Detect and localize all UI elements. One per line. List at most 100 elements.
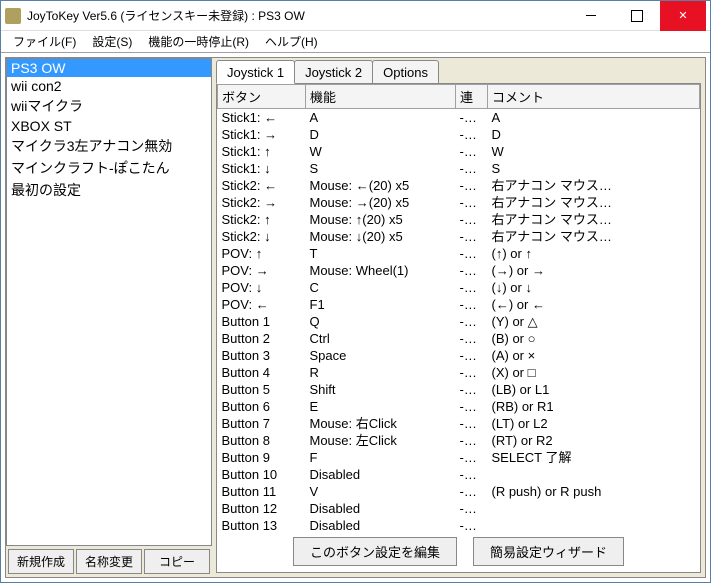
tab-body: ボタン 機能 連 コメント Stick1: ←A-…AStick1: →D-…D… bbox=[216, 83, 701, 573]
table-cell: -… bbox=[456, 262, 488, 279]
table-cell: -… bbox=[456, 296, 488, 313]
table-row[interactable]: Stick2: ↑Mouse: ↑(20) x5-…右アナコン マウス… bbox=[218, 211, 700, 228]
table-row[interactable]: POV: →Mouse: Wheel(1)-…(→) or → bbox=[218, 262, 700, 279]
table-cell: -… bbox=[456, 228, 488, 245]
table-row[interactable]: Button 10Disabled-… bbox=[218, 466, 700, 483]
maximize-button[interactable] bbox=[614, 1, 660, 31]
tab-joystick2[interactable]: Joystick 2 bbox=[294, 60, 373, 84]
table-cell: -… bbox=[456, 211, 488, 228]
table-row[interactable]: Stick1: ↓S-…S bbox=[218, 160, 700, 177]
table-cell: Disabled bbox=[306, 466, 456, 483]
table-cell: Stick2: ↓ bbox=[218, 228, 306, 245]
tab-options[interactable]: Options bbox=[372, 60, 439, 84]
table-cell: -… bbox=[456, 313, 488, 330]
table-cell: -… bbox=[456, 279, 488, 296]
profile-item[interactable]: 最初の設定 bbox=[7, 179, 211, 201]
profile-list[interactable]: PS3 OW wii con2 wiiマイクラ XBOX ST マイクラ3左アナ… bbox=[6, 58, 212, 546]
table-cell: -… bbox=[456, 364, 488, 381]
table-cell: -… bbox=[456, 143, 488, 160]
col-header-comment[interactable]: コメント bbox=[488, 85, 700, 109]
table-cell: Button 5 bbox=[218, 381, 306, 398]
table-row[interactable]: Button 7Mouse: 右Click-…(LT) or L2 bbox=[218, 415, 700, 432]
table-cell: (X) or □ bbox=[488, 364, 700, 381]
table-cell: Button 2 bbox=[218, 330, 306, 347]
table-cell: -… bbox=[456, 500, 488, 517]
table-cell: POV: → bbox=[218, 262, 306, 279]
table-row[interactable]: Button 9F-…SELECT 了解 bbox=[218, 449, 700, 466]
table-cell: SELECT 了解 bbox=[488, 449, 700, 466]
mapping-table-wrap[interactable]: ボタン 機能 連 コメント Stick1: ←A-…AStick1: →D-…D… bbox=[217, 84, 700, 531]
table-row[interactable]: Stick1: ←A-…A bbox=[218, 109, 700, 127]
table-row[interactable]: Button 4R-…(X) or □ bbox=[218, 364, 700, 381]
table-row[interactable]: POV: ↑T-…(↑) or ↑ bbox=[218, 245, 700, 262]
copy-profile-button[interactable]: コピー bbox=[144, 549, 210, 574]
new-profile-button[interactable]: 新規作成 bbox=[8, 549, 74, 574]
table-cell: Button 11 bbox=[218, 483, 306, 500]
wizard-button[interactable]: 簡易設定ウィザード bbox=[473, 537, 624, 566]
table-cell: Stick1: ↑ bbox=[218, 143, 306, 160]
table-cell: Stick2: → bbox=[218, 194, 306, 211]
menu-settings[interactable]: 設定(S) bbox=[84, 31, 140, 52]
table-cell: -… bbox=[456, 415, 488, 432]
table-cell: (↓) or ↓ bbox=[488, 279, 700, 296]
table-row[interactable]: Button 6E-…(RB) or R1 bbox=[218, 398, 700, 415]
close-button[interactable] bbox=[660, 1, 706, 31]
table-cell: Mouse: ←(20) x5 bbox=[306, 177, 456, 194]
profile-item[interactable]: wii con2 bbox=[7, 77, 211, 95]
mapping-table: ボタン 機能 連 コメント Stick1: ←A-…AStick1: →D-…D… bbox=[217, 84, 700, 531]
table-cell: -… bbox=[456, 194, 488, 211]
edit-mapping-button[interactable]: このボタン設定を編集 bbox=[293, 537, 457, 566]
rename-profile-button[interactable]: 名称変更 bbox=[76, 549, 142, 574]
table-cell: -… bbox=[456, 126, 488, 143]
table-cell: Mouse: 左Click bbox=[306, 432, 456, 449]
table-cell: Disabled bbox=[306, 500, 456, 517]
app-icon bbox=[5, 8, 21, 24]
table-row[interactable]: Button 11V-…(R push) or R push bbox=[218, 483, 700, 500]
profile-item[interactable]: wiiマイクラ bbox=[7, 95, 211, 117]
table-row[interactable]: Button 12Disabled-… bbox=[218, 500, 700, 517]
col-header-repeat[interactable]: 連 bbox=[456, 85, 488, 109]
table-row[interactable]: Stick2: ↓Mouse: ↓(20) x5-…右アナコン マウス… bbox=[218, 228, 700, 245]
app-window: JoyToKey Ver5.6 (ライセンスキー未登録) : PS3 OW ファ… bbox=[0, 0, 711, 583]
table-row[interactable]: Stick2: →Mouse: →(20) x5-…右アナコン マウス… bbox=[218, 194, 700, 211]
titlebar[interactable]: JoyToKey Ver5.6 (ライセンスキー未登録) : PS3 OW bbox=[1, 1, 710, 31]
table-cell: (B) or ○ bbox=[488, 330, 700, 347]
table-cell: Disabled bbox=[306, 517, 456, 531]
table-row[interactable]: Button 1Q-…(Y) or △ bbox=[218, 313, 700, 330]
table-cell: -… bbox=[456, 330, 488, 347]
window-title: JoyToKey Ver5.6 (ライセンスキー未登録) : PS3 OW bbox=[27, 7, 568, 24]
table-row[interactable]: Button 3Space-…(A) or × bbox=[218, 347, 700, 364]
menu-pause[interactable]: 機能の一時停止(R) bbox=[140, 31, 257, 52]
table-cell: -… bbox=[456, 398, 488, 415]
col-header-function[interactable]: 機能 bbox=[306, 85, 456, 109]
table-row[interactable]: Button 5Shift-…(LB) or L1 bbox=[218, 381, 700, 398]
profile-item[interactable]: PS3 OW bbox=[7, 59, 211, 77]
menu-help[interactable]: ヘルプ(H) bbox=[257, 31, 326, 52]
table-row[interactable]: Stick1: →D-…D bbox=[218, 126, 700, 143]
table-cell: -… bbox=[456, 347, 488, 364]
table-cell: (R push) or R push bbox=[488, 483, 700, 500]
profile-item[interactable]: XBOX ST bbox=[7, 117, 211, 135]
table-cell: Stick1: → bbox=[218, 126, 306, 143]
table-cell: (←) or ← bbox=[488, 296, 700, 313]
table-row[interactable]: POV: ↓C-…(↓) or ↓ bbox=[218, 279, 700, 296]
table-cell: -… bbox=[456, 245, 488, 262]
table-row[interactable]: Button 2Ctrl-…(B) or ○ bbox=[218, 330, 700, 347]
table-cell: Q bbox=[306, 313, 456, 330]
table-cell: Stick2: ↑ bbox=[218, 211, 306, 228]
menu-file[interactable]: ファイル(F) bbox=[5, 31, 84, 52]
profile-item[interactable]: マイクラ3左アナコン無効 bbox=[7, 135, 211, 157]
table-row[interactable]: POV: ←F1-…(←) or ← bbox=[218, 296, 700, 313]
table-cell: -… bbox=[456, 177, 488, 194]
minimize-button[interactable] bbox=[568, 1, 614, 31]
table-row[interactable]: Stick2: ←Mouse: ←(20) x5-…右アナコン マウス… bbox=[218, 177, 700, 194]
table-row[interactable]: Stick1: ↑W-…W bbox=[218, 143, 700, 160]
col-header-button[interactable]: ボタン bbox=[218, 85, 306, 109]
profile-item[interactable]: マインクラフト-ぽこたん bbox=[7, 157, 211, 179]
table-cell: -… bbox=[456, 483, 488, 500]
table-cell: S bbox=[306, 160, 456, 177]
tab-joystick1[interactable]: Joystick 1 bbox=[216, 60, 295, 84]
table-row[interactable]: Button 8Mouse: 左Click-…(RT) or R2 bbox=[218, 432, 700, 449]
table-row[interactable]: Button 13Disabled-… bbox=[218, 517, 700, 531]
table-cell: S bbox=[488, 160, 700, 177]
